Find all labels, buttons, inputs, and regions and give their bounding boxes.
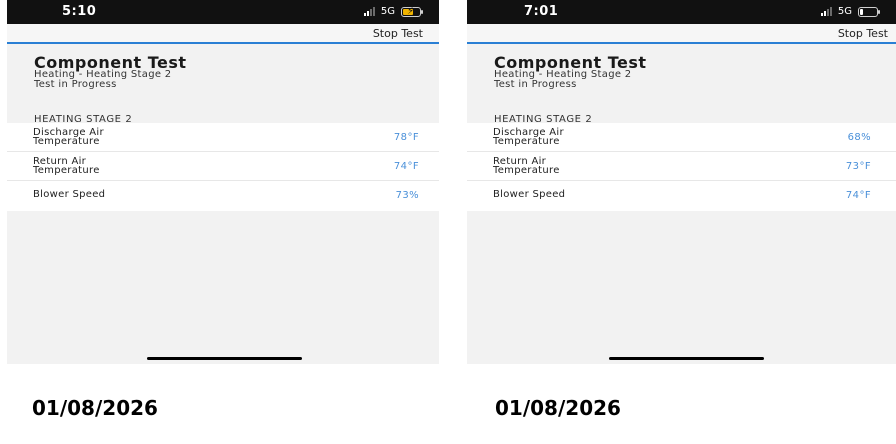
battery-charging-icon: ⚡: [401, 5, 423, 17]
status-bar: 7:01 5G: [467, 0, 896, 24]
reading-row-blower-speed: Blower Speed 74°F: [467, 181, 896, 210]
row-label-line2: Temperature: [493, 136, 560, 147]
row-value: 73°F: [845, 161, 871, 172]
reading-row-discharge-air: Discharge Air Temperature 78°F: [7, 123, 439, 152]
content-area: Component Test Heating - Heating Stage 2…: [467, 44, 896, 364]
row-label-line2: Temperature: [33, 165, 100, 176]
stop-test-button[interactable]: Stop Test: [838, 27, 888, 40]
signal-icon: [820, 7, 832, 16]
row-value: 74°F: [393, 161, 419, 172]
network-label: 5G: [837, 6, 852, 17]
row-value: 68%: [847, 132, 871, 143]
reading-row-discharge-air: Discharge Air Temperature 68%: [467, 123, 896, 152]
date-caption: 01/08/2026: [495, 396, 621, 420]
nav-bar: Stop Test: [7, 24, 439, 44]
status-bar: 5:10 5G ⚡: [7, 0, 439, 24]
signal-icon: [363, 7, 375, 16]
battery-level: [860, 8, 863, 15]
test-status: Test in Progress: [494, 79, 577, 90]
test-status: Test in Progress: [34, 79, 117, 90]
status-icons: 5G: [820, 6, 880, 17]
status-icons: 5G ⚡: [363, 5, 423, 17]
readings-list: Discharge Air Temperature 68% Return Air…: [467, 123, 896, 211]
row-label: Blower Speed: [33, 189, 106, 200]
content-area: Component Test Heating - Heating Stage 2…: [7, 44, 439, 364]
reading-row-return-air: Return Air Temperature 73°F: [467, 152, 896, 181]
row-label-line2: Temperature: [33, 136, 100, 147]
home-indicator[interactable]: [609, 357, 764, 360]
status-time: 7:01: [524, 4, 559, 19]
phone-screen-left: 5:10 5G ⚡ Stop Test Component Test Heati…: [7, 0, 439, 444]
row-label-line2: Temperature: [493, 165, 560, 176]
home-indicator[interactable]: [147, 357, 302, 360]
readings-list: Discharge Air Temperature 78°F Return Ai…: [7, 123, 439, 211]
battery-icon: [858, 6, 880, 17]
phone-screen-right: 7:01 5G Stop Test Component Test Heating…: [467, 0, 896, 444]
row-label: Blower Speed: [493, 189, 566, 200]
row-value: 74°F: [845, 190, 871, 201]
status-time: 5:10: [62, 4, 97, 19]
date-caption: 01/08/2026: [32, 396, 158, 420]
charging-bolt-icon: ⚡: [407, 5, 415, 17]
stop-test-button[interactable]: Stop Test: [373, 27, 423, 40]
row-value: 78°F: [393, 132, 419, 143]
reading-row-return-air: Return Air Temperature 74°F: [7, 152, 439, 181]
reading-row-blower-speed: Blower Speed 73%: [7, 181, 439, 210]
nav-bar: Stop Test: [467, 24, 896, 44]
network-label: 5G: [380, 6, 395, 17]
row-value: 73%: [395, 190, 419, 201]
